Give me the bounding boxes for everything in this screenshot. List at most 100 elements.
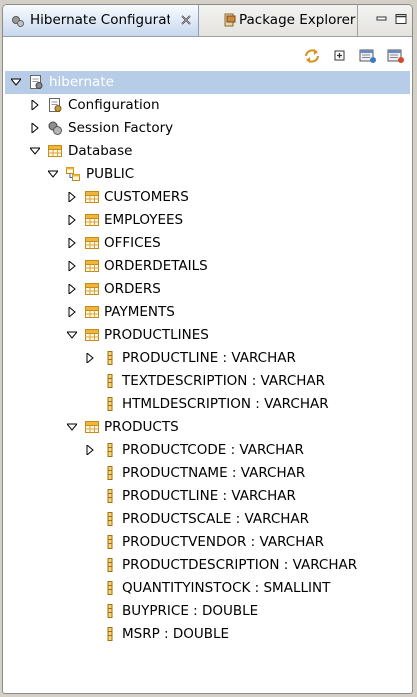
tree-label: PRODUCTNAME : VARCHAR [122, 465, 306, 481]
tree-item-column[interactable]: PRODUCTLINE : VARCHAR [5, 347, 410, 370]
collapse-icon[interactable] [48, 169, 58, 179]
tree-label: HTMLDESCRIPTION : VARCHAR [122, 396, 329, 412]
tree-item-hibernate[interactable]: hibernate [5, 71, 410, 94]
tree-label: BUYPRICE : DOUBLE [122, 603, 259, 619]
tree-item-database[interactable]: Database [5, 140, 410, 163]
tree-label: QUANTITYINSTOCK : SMALLINT [122, 580, 331, 596]
tree-item-column[interactable]: PRODUCTVENDOR : VARCHAR [5, 531, 410, 554]
tree-item-table[interactable]: PRODUCTS [5, 416, 410, 439]
tree-label: PRODUCTLINE : VARCHAR [122, 350, 296, 366]
expand-icon[interactable] [30, 123, 40, 133]
tree-item-table[interactable]: ORDERDETAILS [5, 255, 410, 278]
expand-icon[interactable] [67, 192, 77, 202]
database-icon [48, 145, 62, 157]
configuration-file-icon [29, 75, 43, 89]
tree-label: MSRP : DOUBLE [122, 626, 230, 642]
table-icon [85, 237, 99, 249]
close-icon[interactable] [180, 14, 192, 26]
tree-item-column[interactable]: BUYPRICE : DOUBLE [5, 600, 410, 623]
tree-item-column[interactable]: PRODUCTNAME : VARCHAR [5, 462, 410, 485]
tree-label: PRODUCTLINES [104, 327, 209, 343]
collapse-icon[interactable] [11, 77, 21, 87]
tab-hibernate-configurations[interactable]: Hibernate Configurati [3, 5, 199, 36]
expand-icon[interactable] [30, 100, 40, 110]
tree-item-table[interactable]: ORDERS [5, 278, 410, 301]
expand-icon[interactable] [67, 215, 77, 225]
tree-item-table[interactable]: OFFICES [5, 232, 410, 255]
tree-label: PRODUCTCODE : VARCHAR [122, 442, 304, 458]
expand-icon[interactable] [67, 238, 77, 248]
column-icon [107, 397, 113, 411]
tree-label: ORDERS [104, 281, 161, 297]
tree-label: PUBLIC [86, 166, 135, 182]
tree-label: PRODUCTSCALE : VARCHAR [122, 511, 310, 527]
tree-label: PRODUCTLINE : VARCHAR [122, 488, 296, 504]
add-configuration-icon[interactable] [359, 47, 377, 65]
tree-item-column[interactable]: MSRP : DOUBLE [5, 623, 410, 646]
tree-label: hibernate [49, 74, 114, 90]
tree-item-table[interactable]: EMPLOYEES [5, 209, 410, 232]
maximize-icon[interactable] [395, 13, 407, 24]
table-icon [85, 260, 99, 272]
tree-label: PAYMENTS [104, 304, 175, 320]
table-icon [85, 306, 99, 318]
tree-item-schema-public[interactable]: PUBLIC [5, 163, 410, 186]
tree-label: TEXTDESCRIPTION : VARCHAR [122, 373, 326, 389]
collapse-icon[interactable] [30, 146, 40, 156]
tree-item-column[interactable]: PRODUCTCODE : VARCHAR [5, 439, 410, 462]
column-icon [107, 374, 113, 388]
tree-item-column[interactable]: QUANTITYINSTOCK : SMALLINT [5, 577, 410, 600]
tree-label: ORDERDETAILS [104, 258, 208, 274]
expand-icon[interactable] [85, 353, 95, 363]
tree-label: Database [68, 143, 133, 159]
hibernate-icon [11, 14, 25, 32]
tree-item-configuration[interactable]: Configuration [5, 94, 410, 117]
column-icon [107, 489, 113, 503]
tree-label: PRODUCTVENDOR : VARCHAR [122, 534, 324, 550]
column-icon [107, 535, 113, 549]
column-icon [107, 558, 113, 572]
column-icon [107, 604, 113, 618]
column-icon [107, 627, 113, 641]
view-toolbar [3, 37, 412, 69]
column-icon [107, 351, 113, 365]
tree-item-table[interactable]: PAYMENTS [5, 301, 410, 324]
tree-label: PRODUCTS [104, 419, 179, 435]
tab-package-explorer[interactable]: Package Explorer [215, 5, 358, 36]
expand-icon[interactable] [67, 261, 77, 271]
column-icon [107, 512, 113, 526]
tree-item-column[interactable]: PRODUCTSCALE : VARCHAR [5, 508, 410, 531]
column-icon [107, 443, 113, 457]
expand-icon[interactable] [85, 445, 95, 455]
expand-icon[interactable] [67, 284, 77, 294]
tree-item-column[interactable]: PRODUCTLINE : VARCHAR [5, 485, 410, 508]
tree-item-column[interactable]: TEXTDESCRIPTION : VARCHAR [5, 370, 410, 393]
collapse-icon[interactable] [67, 330, 77, 340]
tree-item-table[interactable]: CUSTOMERS [5, 186, 410, 209]
collapse-icon[interactable] [67, 422, 77, 432]
tree-label: Configuration [68, 97, 160, 113]
column-icon [107, 466, 113, 480]
table-icon [85, 329, 99, 341]
tree-item-column[interactable]: PRODUCTDESCRIPTION : VARCHAR [5, 554, 410, 577]
package-explorer-icon [224, 13, 236, 31]
refresh-icon[interactable] [303, 47, 321, 65]
table-icon [85, 421, 99, 433]
run-query-icon[interactable] [387, 47, 405, 65]
expand-all-icon[interactable] [331, 47, 349, 65]
tab-label: Hibernate Configurati [30, 12, 170, 28]
expand-icon[interactable] [67, 307, 77, 317]
tree-label: OFFICES [104, 235, 161, 251]
tree-label: CUSTOMERS [104, 189, 189, 205]
tab-label: Package Explorer [239, 12, 356, 28]
tab-bar: Hibernate Configurati Package Explorer [3, 5, 412, 37]
session-factory-icon [48, 121, 62, 135]
tree-item-column[interactable]: HTMLDESCRIPTION : VARCHAR [5, 393, 410, 416]
tree-label: PRODUCTDESCRIPTION : VARCHAR [122, 557, 358, 573]
table-icon [85, 283, 99, 295]
configuration-icon [48, 98, 62, 112]
minimize-icon[interactable] [376, 13, 388, 23]
tree-item-session-factory[interactable]: Session Factory [5, 117, 410, 140]
tree-item-table[interactable]: PRODUCTLINES [5, 324, 410, 347]
table-icon [85, 214, 99, 226]
